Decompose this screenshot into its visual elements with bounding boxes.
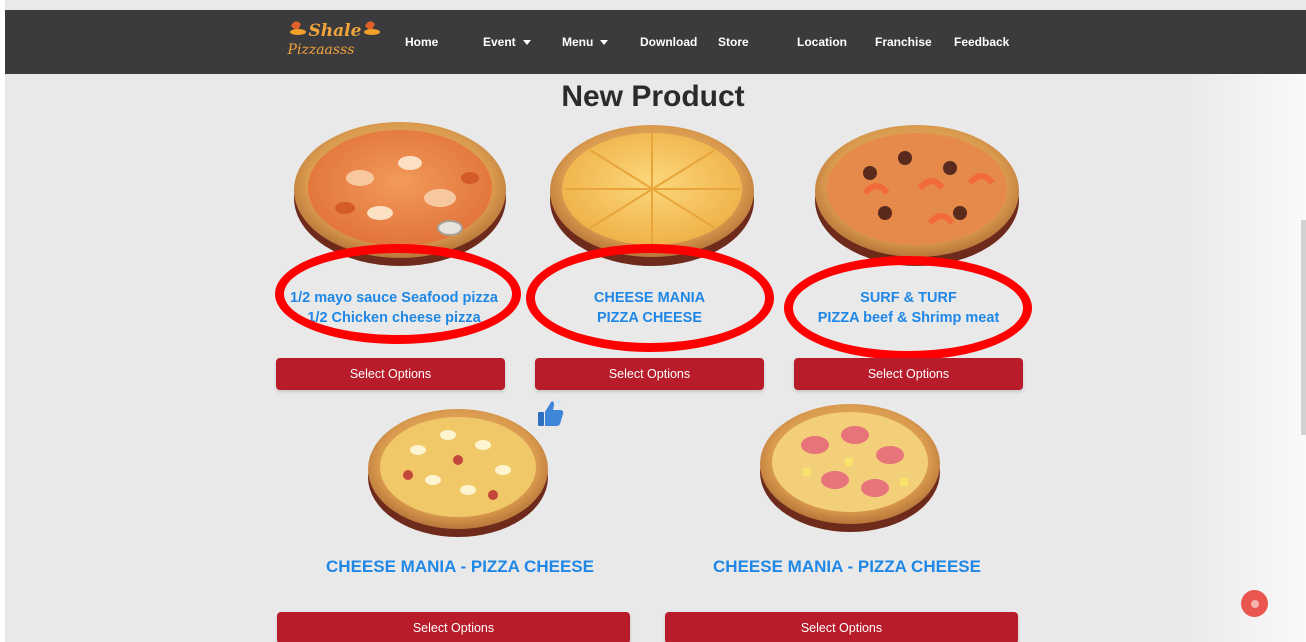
nav-store[interactable]: Store	[718, 10, 749, 74]
pizza-image	[368, 409, 548, 537]
chevron-down-icon	[600, 40, 609, 45]
annotation-circle	[784, 256, 1032, 360]
nav-download-label: Download	[640, 35, 698, 49]
brand-line2: Pizzaasss	[287, 42, 355, 58]
nav-event-label: Event	[483, 35, 516, 49]
floating-action-button[interactable]	[1241, 590, 1268, 617]
nav-home-label: Home	[405, 35, 439, 49]
nav-feedback[interactable]: Feedback	[954, 10, 1009, 74]
brand-logo[interactable]: Shale Pizzaasss	[285, 14, 385, 70]
select-options-button-1[interactable]: Select Options	[276, 358, 505, 390]
nav-franchise-label: Franchise	[875, 35, 932, 49]
product-title-5[interactable]: CHEESE MANIA - PIZZA CHEESE	[665, 556, 1029, 578]
nav-menu[interactable]: Menu	[562, 10, 609, 74]
pizza-image	[760, 404, 940, 532]
select-options-button-4[interactable]: Select Options	[277, 612, 630, 642]
nav-franchise[interactable]: Franchise	[875, 10, 932, 74]
nav-menu-label: Menu	[562, 35, 594, 49]
top-navbar: Shale Pizzaasss Home Event Menu Download…	[5, 10, 1306, 74]
pizza-image	[815, 125, 1019, 266]
floating-action-icon	[1250, 599, 1259, 608]
pizza-logo-icon: Shale Pizzaasss	[287, 21, 380, 58]
nav-home[interactable]: Home	[405, 10, 438, 74]
product-image-3[interactable]	[810, 118, 1025, 273]
select-options-button-2[interactable]: Select Options	[535, 358, 764, 390]
nav-feedback-label: Feedback	[954, 35, 1010, 49]
page-title: New Product	[561, 80, 745, 113]
scrollbar[interactable]	[1301, 220, 1306, 435]
nav-location[interactable]: Location	[797, 10, 847, 74]
select-options-button-3[interactable]: Select Options	[794, 358, 1023, 390]
select-options-button-5[interactable]: Select Options	[665, 612, 1018, 642]
product-image-5[interactable]	[755, 400, 945, 540]
nav-event[interactable]: Event	[483, 10, 531, 74]
annotation-circle	[526, 244, 774, 352]
background-gradient	[1180, 74, 1306, 642]
product-image-4[interactable]	[363, 405, 553, 545]
page-edge	[0, 0, 5, 642]
nav-location-label: Location	[797, 35, 847, 49]
chevron-down-icon	[522, 40, 531, 45]
annotation-circle	[275, 244, 521, 344]
nav-download[interactable]: Download	[640, 10, 697, 74]
brand-line1: Shale	[309, 21, 362, 41]
product-title-4[interactable]: CHEESE MANIA - PIZZA CHEESE	[278, 556, 642, 578]
nav-store-label: Store	[718, 35, 749, 49]
